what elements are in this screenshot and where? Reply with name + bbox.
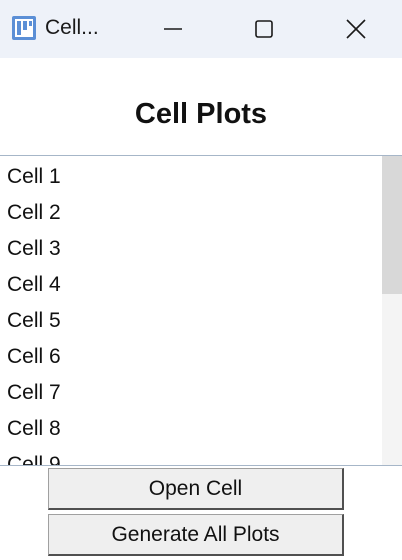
list-item[interactable]: Cell 1 xyxy=(0,159,380,195)
minimize-icon xyxy=(164,28,182,30)
list-item[interactable]: Cell 7 xyxy=(0,375,380,411)
cell-plots-window: Cell... Cell Plots Cell 1 Cell 2 Cell 3 … xyxy=(0,0,402,560)
close-icon xyxy=(346,19,366,39)
list-item[interactable]: Cell 2 xyxy=(0,195,380,231)
list-item[interactable]: Cell 9 xyxy=(0,447,380,465)
maximize-button[interactable] xyxy=(219,0,309,58)
cell-list: Cell 1 Cell 2 Cell 3 Cell 4 Cell 5 Cell … xyxy=(0,159,380,465)
cell-listbox[interactable]: Cell 1 Cell 2 Cell 3 Cell 4 Cell 5 Cell … xyxy=(0,155,402,466)
list-item[interactable]: Cell 4 xyxy=(0,267,380,303)
open-cell-button[interactable]: Open Cell xyxy=(48,468,344,510)
page-title: Cell Plots xyxy=(134,98,268,130)
scrollbar-thumb[interactable] xyxy=(382,156,402,294)
close-button[interactable] xyxy=(311,0,401,58)
list-item[interactable]: Cell 3 xyxy=(0,231,380,267)
app-window-icon xyxy=(12,16,36,40)
title-bar[interactable]: Cell... xyxy=(0,0,402,58)
minimize-button[interactable] xyxy=(128,0,218,58)
list-item[interactable]: Cell 5 xyxy=(0,303,380,339)
generate-all-plots-button[interactable]: Generate All Plots xyxy=(48,514,344,556)
maximize-icon xyxy=(255,20,273,38)
list-item[interactable]: Cell 6 xyxy=(0,339,380,375)
vertical-scrollbar[interactable] xyxy=(382,156,402,465)
list-item[interactable]: Cell 8 xyxy=(0,411,380,447)
window-title: Cell... xyxy=(45,16,99,39)
